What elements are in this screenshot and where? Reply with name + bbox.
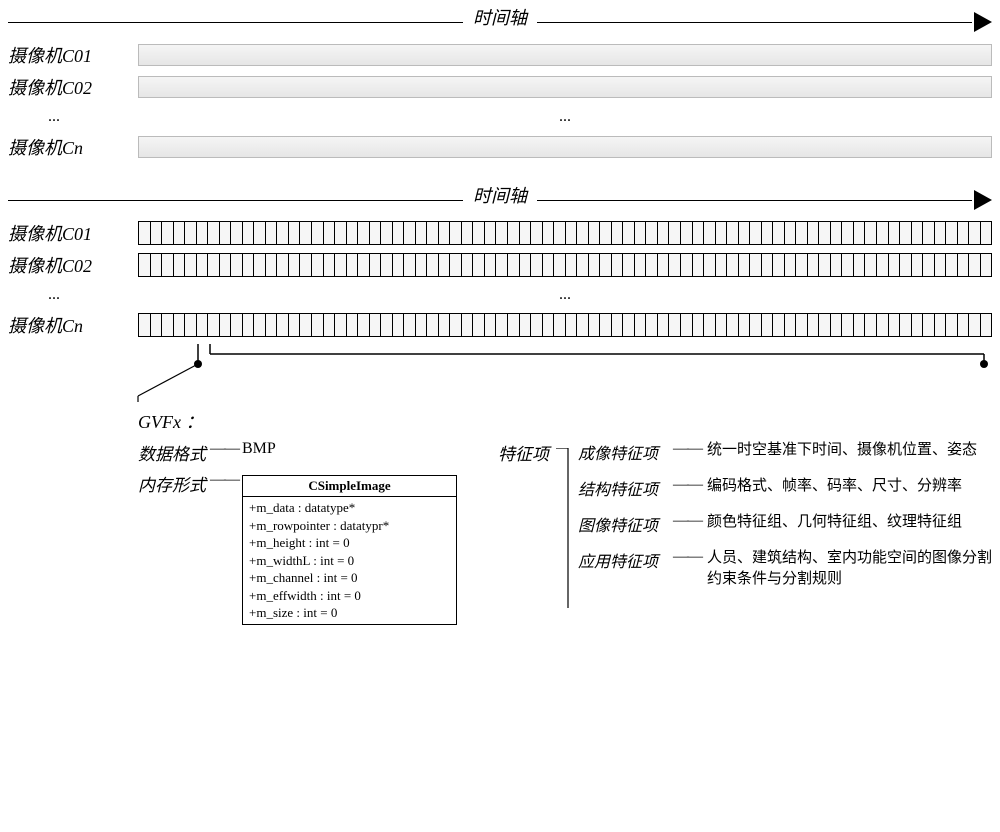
camera-label: 摄像机Cn <box>8 312 138 338</box>
class-attribute: +m_size : int = 0 <box>249 604 450 622</box>
feature-row: 成像特征项——统一时空基准下时间、摄像机位置、姿态 <box>578 440 992 464</box>
feature-value: 统一时空基准下时间、摄像机位置、姿态 <box>707 440 992 464</box>
camera-row-cn: 摄像机Cn <box>8 134 992 160</box>
feature-key: 应用特征项 <box>578 548 673 590</box>
camera-label: 摄像机C02 <box>8 252 138 278</box>
ellipsis-row: ... ... <box>8 108 992 126</box>
camera-label: 摄像机C01 <box>8 220 138 246</box>
timeline-axis-2: 时间轴 <box>8 186 992 214</box>
feature-value: 颜色特征组、几何特征组、纹理特征组 <box>707 512 992 536</box>
ellipsis-row: ... ... <box>8 286 992 304</box>
ellipsis: ... <box>8 108 138 126</box>
ellipsis: ... <box>8 286 138 304</box>
dash-icon: —— <box>210 471 238 489</box>
brace-icon <box>556 448 586 618</box>
video-bar-solid <box>138 76 992 98</box>
ellipsis: ... <box>138 286 992 304</box>
class-attribute: +m_height : int = 0 <box>249 534 450 552</box>
frame-sequence-bar <box>138 313 992 337</box>
dash-icon: —— <box>673 548 701 590</box>
axis-label: 时间轴 <box>463 182 537 208</box>
arrowhead-icon <box>974 190 992 210</box>
feature-key: 结构特征项 <box>578 476 673 500</box>
arrowhead-icon <box>974 12 992 32</box>
camera-row-c01: 摄像机C01 <box>8 42 992 68</box>
class-attribute: +m_data : datatype* <box>249 499 450 517</box>
callout-bracket <box>138 344 992 404</box>
ellipsis: ... <box>138 108 992 126</box>
class-attribute: +m_effwidth : int = 0 <box>249 587 450 605</box>
camera-label: 摄像机C01 <box>8 42 138 68</box>
feature-row: 应用特征项——人员、建筑结构、室内功能空间的图像分割约束条件与分割规则 <box>578 548 992 590</box>
class-diagram: CSimpleImage +m_data : datatype*+m_rowpo… <box>242 475 457 625</box>
data-format-key: 数据格式 <box>138 440 206 465</box>
feature-key: 图像特征项 <box>578 512 673 536</box>
frame-sequence-bar <box>138 253 992 277</box>
frame-sequence-bar <box>138 221 992 245</box>
feature-root-key: 特征项 <box>498 445 549 464</box>
dash-icon: —— <box>673 512 701 536</box>
camera-label: 摄像机C02 <box>8 74 138 100</box>
class-body: +m_data : datatype*+m_rowpointer : datat… <box>243 497 456 624</box>
camera-row-cn-seg: 摄像机Cn <box>8 312 992 338</box>
camera-label: 摄像机Cn <box>8 134 138 160</box>
frame-detail: GVFx ： 数据格式 —— BMP 内存形式 —— CSimpleImage … <box>138 404 992 625</box>
dash-icon: —— <box>210 440 238 458</box>
class-attribute: +m_channel : int = 0 <box>249 569 450 587</box>
camera-row-c02-seg: 摄像机C02 <box>8 252 992 278</box>
class-attribute: +m_widthL : int = 0 <box>249 552 450 570</box>
memory-form-key: 内存形式 <box>138 471 206 496</box>
camera-row-c02: 摄像机C02 <box>8 74 992 100</box>
feature-value: 人员、建筑结构、室内功能空间的图像分割约束条件与分割规则 <box>707 548 992 590</box>
class-title: CSimpleImage <box>243 476 456 497</box>
dash-icon: —— <box>673 440 701 464</box>
video-bar-solid <box>138 44 992 66</box>
feature-list: 成像特征项——统一时空基准下时间、摄像机位置、姿态结构特征项——编码格式、帧率、… <box>578 440 992 602</box>
feature-row: 图像特征项——颜色特征组、几何特征组、纹理特征组 <box>578 512 992 536</box>
gvfx-label: GVFx ： <box>138 408 992 434</box>
video-bar-solid <box>138 136 992 158</box>
dash-icon: —— <box>673 476 701 500</box>
timeline-axis-1: 时间轴 <box>8 8 992 36</box>
data-format-row: 数据格式 —— BMP <box>138 440 458 465</box>
feature-value: 编码格式、帧率、码率、尺寸、分辨率 <box>707 476 992 500</box>
memory-form-row: 内存形式 —— CSimpleImage +m_data : datatype*… <box>138 471 458 625</box>
axis-label: 时间轴 <box>463 4 537 30</box>
camera-row-c01-seg: 摄像机C01 <box>8 220 992 246</box>
feature-row: 结构特征项——编码格式、帧率、码率、尺寸、分辨率 <box>578 476 992 500</box>
feature-key: 成像特征项 <box>578 440 673 464</box>
class-attribute: +m_rowpointer : datatypr* <box>249 517 450 535</box>
data-format-value: BMP <box>242 440 276 458</box>
